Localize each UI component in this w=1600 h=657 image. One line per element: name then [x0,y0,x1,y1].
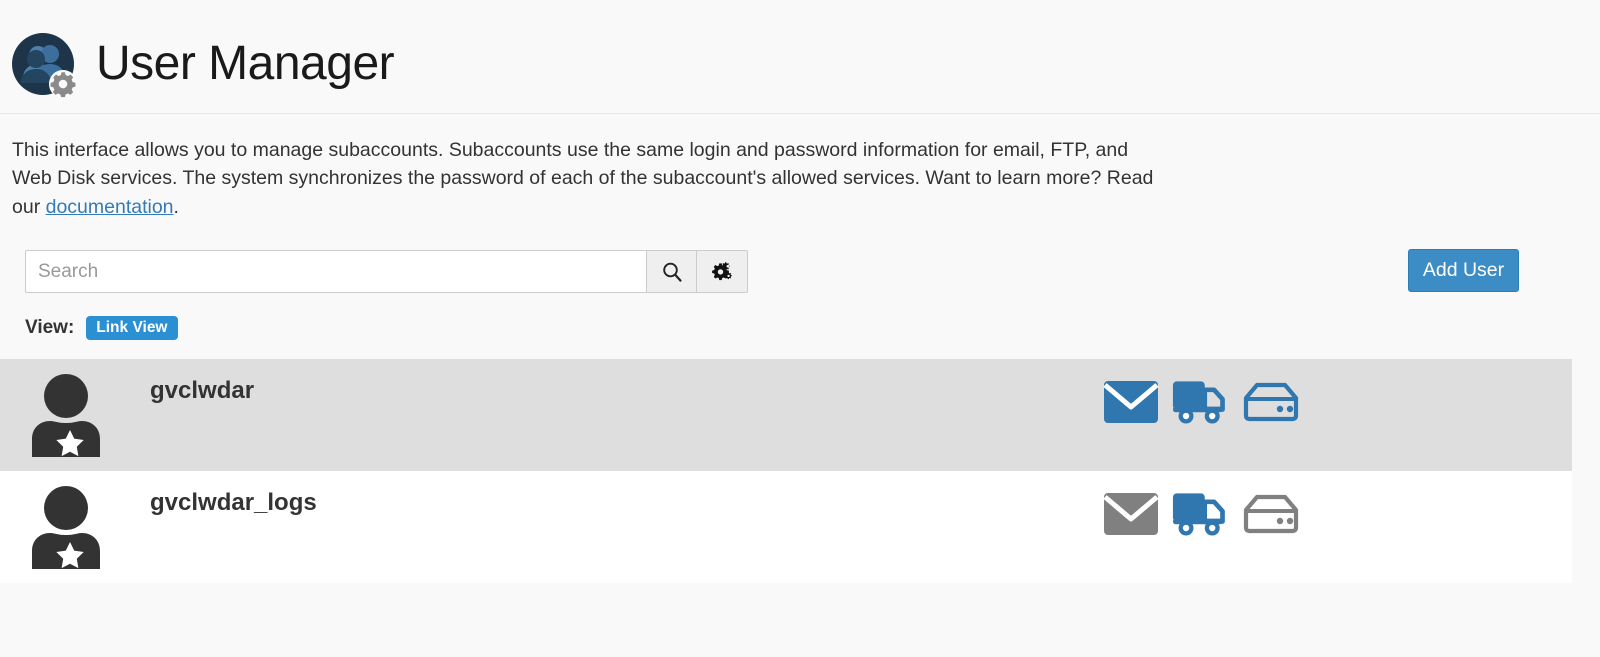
page-description: This interface allows you to manage suba… [12,136,1162,221]
cogs-icon [712,262,732,280]
search-button[interactable] [646,250,697,294]
user-star-avatar-icon [24,359,108,471]
search-input[interactable] [25,250,646,294]
page-header: User Manager [0,0,1600,114]
username-label: gvclwdar_logs [150,488,317,516]
ftp-truck-icon [1172,381,1225,424]
page-title: User Manager [96,36,395,90]
documentation-link[interactable]: documentation [46,196,174,218]
ftp-truck-icon[interactable] [1172,487,1230,541]
view-label: View: [25,316,75,338]
web-disk-icon[interactable] [1242,375,1300,429]
user-row[interactable]: gvclwdar_logs [0,470,1572,583]
email-icon[interactable] [1102,375,1160,429]
web-disk-icon [1243,382,1299,421]
users-gear-icon [12,32,78,98]
search-settings-button[interactable] [697,250,748,294]
view-selector: View: Link View [25,315,1600,341]
user-star-avatar-icon [24,471,108,583]
toolbar: Add User [0,248,1600,295]
service-icon-group [1102,487,1300,541]
web-disk-icon[interactable] [1242,487,1300,541]
email-icon[interactable] [1102,487,1160,541]
user-list: gvclwdar gvclwdar_logs [0,358,1600,583]
username-label: gvclwdar [150,376,255,404]
email-icon [1103,492,1159,535]
user-row[interactable]: gvclwdar [0,358,1572,471]
email-icon [1103,380,1159,423]
description-period: . [173,195,179,218]
ftp-truck-icon [1172,493,1225,536]
search-icon [662,262,682,282]
link-view-badge[interactable]: Link View [86,315,178,341]
search-group [25,250,748,294]
add-user-button[interactable]: Add User [1408,248,1519,292]
ftp-truck-icon[interactable] [1172,375,1230,429]
gear-icon [48,69,78,98]
service-icon-group [1102,375,1300,429]
web-disk-icon [1243,494,1299,533]
description-text: This interface allows you to manage suba… [12,139,1154,218]
user-manager-page: User Manager This interface allows you t… [0,0,1600,657]
